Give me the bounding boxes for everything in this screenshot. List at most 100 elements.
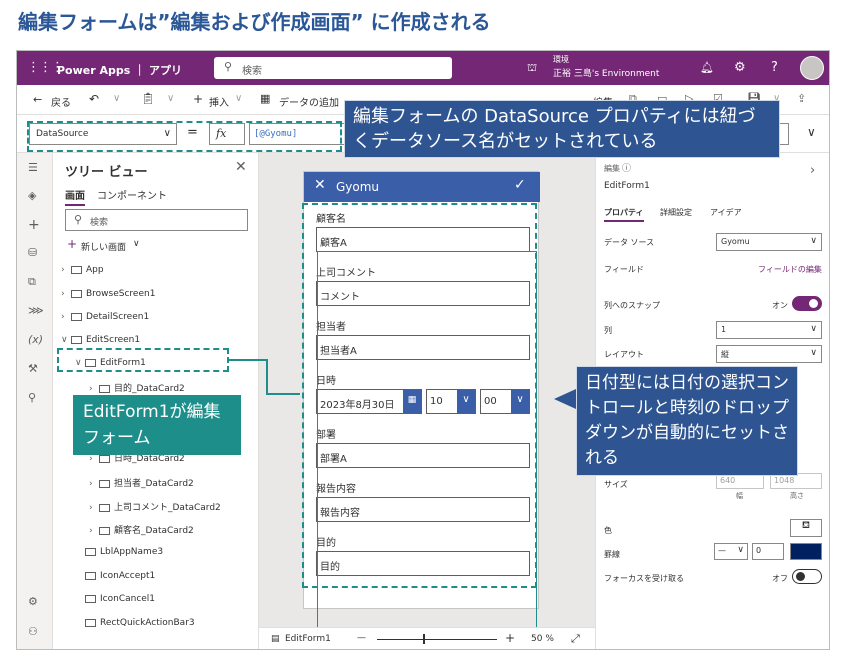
- close-icon[interactable]: ✕: [235, 159, 247, 175]
- edit-fields-link[interactable]: フィールドの編集: [758, 264, 822, 275]
- tab-components[interactable]: コンポーネント: [97, 187, 167, 202]
- tree-item-label: 顧客名_DataCard2: [114, 526, 194, 536]
- tree-item-label: App: [86, 265, 104, 275]
- gear-icon[interactable]: ⚙: [734, 60, 746, 75]
- back-arrow-icon: ←: [33, 93, 43, 106]
- back-button[interactable]: 戻る: [51, 94, 71, 109]
- undo-icon[interactable]: ↶: [89, 92, 99, 106]
- insert-icon[interactable]: +: [28, 217, 40, 233]
- tab-ideas[interactable]: アイデア: [710, 207, 742, 218]
- layers-icon[interactable]: ◈: [28, 189, 36, 202]
- columns-dropdown[interactable]: 1: [716, 321, 822, 339]
- editform-callout: EditForm1が編集フォーム: [73, 395, 241, 455]
- border-style-dropdown[interactable]: — ∨: [714, 543, 748, 560]
- focus-label: フォーカスを受け取る: [604, 574, 684, 583]
- app-icon: [71, 265, 82, 274]
- selected-control-name[interactable]: EditForm1: [285, 634, 331, 644]
- zoom-in-button[interactable]: +: [505, 631, 515, 645]
- accept-icon[interactable]: ✓: [514, 177, 526, 193]
- search-icon: ⚲: [224, 60, 233, 73]
- datasource-callout: 編集フォームの DataSource プロパティには紐づくデータソース名がセット…: [344, 100, 780, 158]
- variables-icon[interactable]: (x): [28, 333, 43, 346]
- chevron-right-icon[interactable]: ›: [810, 163, 815, 178]
- media-icon[interactable]: ⧉: [28, 275, 36, 289]
- menu-icon[interactable]: ☰: [28, 161, 38, 174]
- border-color-swatch[interactable]: [790, 543, 822, 560]
- paint-bucket-icon: ⛾: [801, 520, 811, 531]
- tab-advanced[interactable]: 詳細設定: [660, 207, 692, 218]
- insert-button[interactable]: 挿入: [209, 94, 229, 109]
- new-screen-button[interactable]: 新しい画面: [81, 240, 126, 253]
- toggle-knob: [796, 572, 805, 581]
- snap-value: オン: [772, 301, 788, 310]
- tree-item-app[interactable]: › App: [61, 265, 104, 275]
- zoom-slider[interactable]: [377, 639, 497, 640]
- chevron-down-icon[interactable]: ∨: [167, 93, 174, 104]
- chevron-down-icon: ∨: [235, 93, 243, 104]
- width-caption: 幅: [736, 492, 743, 500]
- connector-line: [228, 359, 268, 361]
- help-icon[interactable]: ⓘ: [622, 161, 631, 174]
- control-type: 編集: [604, 164, 620, 173]
- tab-screens[interactable]: 画面: [65, 187, 85, 206]
- environment-icon: ⛫: [527, 61, 538, 74]
- cancel-icon[interactable]: ✕: [314, 177, 326, 193]
- database-icon[interactable]: ⛁: [28, 246, 37, 259]
- tree-item-label: DetailScreen1: [86, 312, 150, 322]
- tree-item-lblappname3[interactable]: LblAppName3: [85, 547, 163, 557]
- tree-item-detailscreen1[interactable]: › DetailScreen1: [61, 312, 149, 322]
- tree-item-browsescreen1[interactable]: › BrowseScreen1: [61, 289, 155, 299]
- env-name[interactable]: 正裕 三島's Environment: [553, 66, 659, 79]
- zoom-out-button[interactable]: —: [357, 633, 366, 643]
- tab-properties[interactable]: プロパティ: [604, 207, 644, 222]
- height-caption: 高さ: [790, 492, 804, 500]
- add-data-button[interactable]: データの追加: [279, 94, 339, 109]
- tree-item-datacard[interactable]: › 担当者_DataCard2: [89, 476, 194, 489]
- tree-item-rectquickactionbar3[interactable]: RectQuickActionBar3: [85, 618, 195, 628]
- avatar[interactable]: [800, 56, 824, 80]
- virtual-agent-icon[interactable]: ⚇: [28, 625, 38, 638]
- snap-label: 列へのスナップ: [604, 301, 660, 310]
- tree-item-label: LblAppName3: [100, 547, 164, 557]
- top-bar: ⋮⋮⋮ Power Apps ｜ アプリ ⚲ 検索 ⛫ 環境 正裕 三島's E…: [17, 51, 829, 85]
- tree-search-input[interactable]: ⚲ 検索: [65, 209, 248, 231]
- zoom-slider-thumb[interactable]: [423, 634, 425, 644]
- power-automate-icon[interactable]: ⋙: [28, 304, 44, 317]
- tree-item-label: IconCancel1: [100, 594, 156, 604]
- tree-item-datacard[interactable]: › 目的_DataCard2: [89, 381, 185, 394]
- border-width-input[interactable]: 0: [752, 543, 784, 560]
- tree-item-iconcancel1[interactable]: IconCancel1: [85, 594, 155, 604]
- chevron-down-icon[interactable]: ∨: [133, 239, 140, 249]
- help-icon[interactable]: ?: [771, 60, 778, 75]
- tree-item-iconaccept1[interactable]: IconAccept1: [85, 571, 155, 581]
- search-box[interactable]: ⚲ 検索: [214, 57, 452, 79]
- layout-dropdown[interactable]: 縦: [716, 345, 822, 363]
- settings-icon[interactable]: ⚙: [28, 595, 38, 608]
- tree-item-datacard[interactable]: › 上司コメント_DataCard2: [89, 500, 221, 513]
- page-heading: 編集フォームは”編集および作成画面” に作成される: [18, 10, 491, 34]
- fill-color-button[interactable]: ⛾: [790, 519, 822, 537]
- tree-item-label: RectQuickActionBar3: [100, 618, 195, 628]
- fit-to-window-icon[interactable]: ⤢: [571, 632, 580, 646]
- expand-chevron-icon[interactable]: ∨: [807, 125, 816, 139]
- search-icon[interactable]: ⚲: [28, 391, 36, 404]
- tree-item-label: 目的_DataCard2: [114, 384, 185, 394]
- snap-toggle[interactable]: [792, 296, 822, 311]
- focus-value: オフ: [772, 574, 788, 583]
- datasource-dropdown[interactable]: Gyomu: [716, 233, 822, 251]
- tools-icon[interactable]: ⚒: [28, 362, 38, 375]
- screen-icon: [71, 312, 82, 321]
- paste-icon[interactable]: 📋︎: [141, 92, 155, 105]
- tree-search-placeholder: 検索: [90, 218, 109, 228]
- bell-icon[interactable]: 🔔︎: [700, 61, 714, 74]
- publish-icon[interactable]: ⇪: [797, 92, 806, 105]
- card-icon: [99, 503, 110, 512]
- tree-item-editscreen1[interactable]: ∨ EditScreen1: [61, 335, 140, 345]
- tree-item-label: BrowseScreen1: [86, 289, 156, 299]
- focus-toggle[interactable]: [792, 569, 822, 584]
- search-icon: ⚲: [74, 213, 83, 226]
- tree-item-datacard[interactable]: › 顧客名_DataCard2: [89, 523, 194, 536]
- form-header: ✕ Gyomu ✓: [304, 172, 540, 202]
- chevron-down-icon[interactable]: ∨: [113, 93, 120, 104]
- zoom-level: 50 %: [531, 634, 554, 644]
